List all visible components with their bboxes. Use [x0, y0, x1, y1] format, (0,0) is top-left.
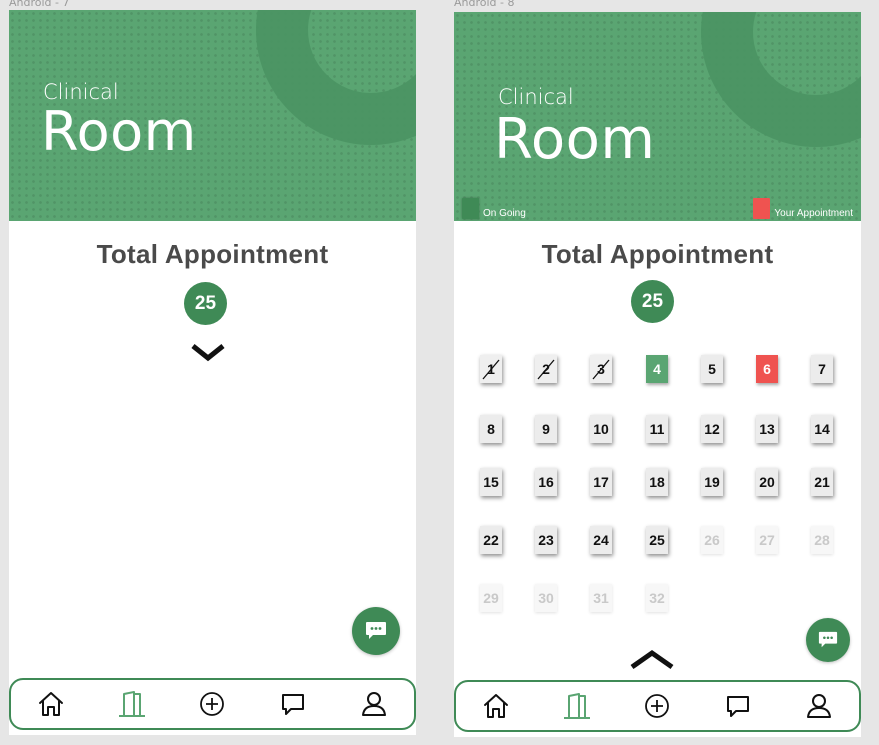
nav-profile[interactable]	[799, 686, 839, 726]
appointment-slot-10[interactable]: 10	[590, 415, 612, 443]
appointment-slot-13[interactable]: 13	[756, 415, 778, 443]
appointment-slot-19[interactable]: 19	[701, 468, 723, 496]
legend-ongoing-label: On Going	[483, 208, 526, 219]
appointment-slot-17[interactable]: 17	[590, 468, 612, 496]
appointment-slot-4[interactable]: 4	[646, 355, 668, 383]
legend-yours-label: Your Appointment	[774, 208, 853, 219]
strikethrough-mark	[537, 359, 555, 380]
appointment-slot-21[interactable]: 21	[811, 468, 833, 496]
header-title: Room	[494, 107, 656, 172]
appointment-slot-24[interactable]: 24	[590, 526, 612, 554]
appointment-count-badge: 25	[631, 280, 674, 323]
nav-messages[interactable]	[718, 686, 758, 726]
appointment-slot-29: 29	[480, 584, 502, 612]
nav-room[interactable]	[557, 686, 597, 726]
legend-ongoing: On Going	[462, 198, 526, 219]
appointment-slot-20[interactable]: 20	[756, 468, 778, 496]
nav-room[interactable]	[112, 684, 152, 724]
plus-circle-icon	[200, 692, 225, 716]
door-icon	[563, 693, 590, 719]
total-appointment-title: Total Appointment	[96, 239, 329, 269]
header-decoration	[256, 10, 416, 145]
nav-messages[interactable]	[273, 684, 313, 724]
appointment-slot-2[interactable]: 2	[535, 355, 557, 383]
home-icon	[484, 694, 509, 718]
chat-fab-button[interactable]	[352, 607, 400, 655]
expand-chevron-icon[interactable]	[190, 342, 226, 367]
user-icon	[806, 694, 831, 718]
appointment-slot-5[interactable]: 5	[701, 355, 723, 383]
chat-bubble-icon	[818, 631, 838, 648]
frame-label-right: Android - 8	[454, 0, 515, 9]
appointment-slot-6[interactable]: 6	[756, 355, 778, 383]
phone-screen-expanded: Clinical Room On Going Your Appointment …	[454, 12, 861, 737]
home-icon	[39, 692, 64, 716]
chat-bubble-icon	[366, 622, 386, 639]
appointment-count-badge: 25	[184, 282, 227, 325]
legend-yours-swatch	[753, 198, 771, 219]
legend-ongoing-swatch	[462, 198, 479, 219]
appointment-slot-30: 30	[535, 584, 557, 612]
door-icon	[118, 691, 145, 717]
frame-label-left: Android - 7	[9, 0, 70, 9]
nav-add[interactable]	[192, 684, 232, 724]
appointment-slot-9[interactable]: 9	[535, 415, 557, 443]
appointment-slot-3[interactable]: 3	[590, 355, 612, 383]
nav-home[interactable]	[31, 684, 71, 724]
appointment-slot-25[interactable]: 25	[646, 526, 668, 554]
plus-circle-icon	[645, 694, 670, 718]
user-icon	[361, 692, 386, 716]
appointment-slot-31: 31	[590, 584, 612, 612]
total-appointment-title: Total Appointment	[541, 239, 774, 269]
strikethrough-mark	[592, 359, 610, 380]
bottom-navbar	[454, 680, 861, 732]
strikethrough-mark	[482, 359, 500, 380]
appointment-slot-22[interactable]: 22	[480, 526, 502, 554]
appointment-slot-7[interactable]: 7	[811, 355, 833, 383]
appointment-slot-28: 28	[811, 526, 833, 554]
appointment-slot-11[interactable]: 11	[646, 415, 668, 443]
appointment-slot-1[interactable]: 1	[480, 355, 502, 383]
header-decoration	[701, 12, 861, 147]
appointment-slot-12[interactable]: 12	[701, 415, 723, 443]
appointment-slot-27: 27	[756, 526, 778, 554]
chat-fab-button[interactable]	[806, 618, 850, 662]
header-subtitle: Clinical	[498, 85, 574, 109]
appointment-slot-26: 26	[701, 526, 723, 554]
appointment-slot-32: 32	[646, 584, 668, 612]
room-header: Clinical Room	[9, 10, 416, 221]
appointment-slot-14[interactable]: 14	[811, 415, 833, 443]
phone-screen-collapsed: Clinical Room Total Appointment 25	[9, 10, 416, 735]
appointment-slot-16[interactable]: 16	[535, 468, 557, 496]
appointment-slot-15[interactable]: 15	[480, 468, 502, 496]
appointment-slot-23[interactable]: 23	[535, 526, 557, 554]
appointment-slot-18[interactable]: 18	[646, 468, 668, 496]
nav-add[interactable]	[637, 686, 677, 726]
chat-icon	[727, 696, 750, 717]
header-title: Room	[41, 100, 197, 163]
nav-profile[interactable]	[354, 684, 394, 724]
collapse-chevron-icon[interactable]	[629, 648, 675, 675]
legend-your-appointment: Your Appointment	[753, 198, 853, 219]
nav-home[interactable]	[476, 686, 516, 726]
chat-icon	[282, 694, 305, 715]
bottom-navbar	[9, 678, 416, 730]
room-header: Clinical Room On Going Your Appointment	[454, 12, 861, 221]
appointment-slot-8[interactable]: 8	[480, 415, 502, 443]
